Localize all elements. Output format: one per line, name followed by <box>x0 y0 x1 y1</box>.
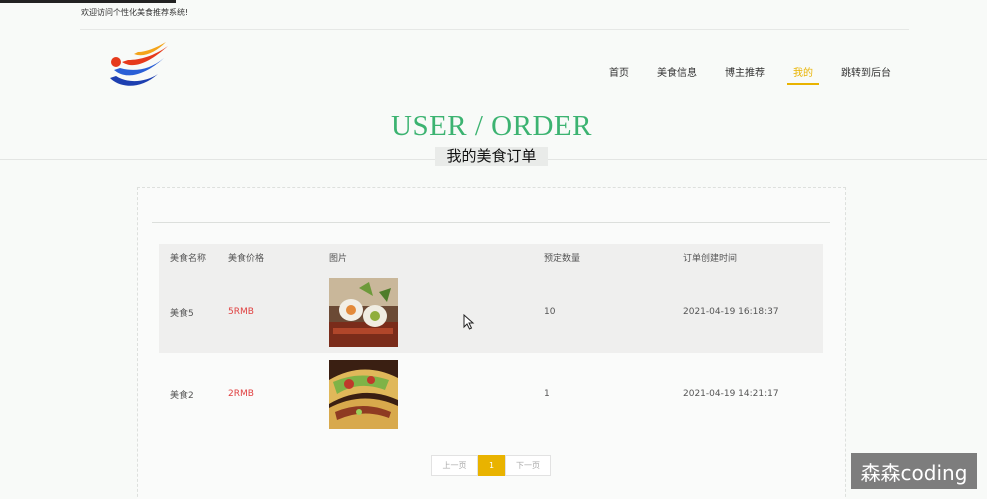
sushi-roll-photo[interactable] <box>329 277 398 347</box>
cell-quantity: 1 <box>544 389 550 399</box>
header-food-name: 美食名称 <box>170 254 207 264</box>
mouse-pointer-icon <box>463 314 475 330</box>
cell-food-name: 美食5 <box>170 308 194 319</box>
nav-mine[interactable]: 我的 <box>787 64 819 85</box>
cell-food-price: 5RMB <box>228 307 254 317</box>
nav-blogger-recommend[interactable]: 博主推荐 <box>725 64 765 85</box>
cell-created-time: 2021-04-19 16:18:37 <box>683 307 779 317</box>
cell-quantity: 10 <box>544 307 556 317</box>
header-created-time: 订单创建时间 <box>683 254 738 264</box>
header-food-price: 美食价格 <box>228 254 265 264</box>
table-row[interactable]: 美食5 5RMB 10 2021-04-19 16:18:37 <box>159 271 823 353</box>
site-logo[interactable] <box>106 40 172 92</box>
current-page-button[interactable]: 1 <box>478 455 505 476</box>
table-row[interactable]: 美食2 2RMB 1 2021-04-19 14:21:17 <box>159 353 823 435</box>
cell-created-time: 2021-04-19 14:21:17 <box>683 389 779 399</box>
cell-food-price: 2RMB <box>228 389 254 399</box>
header-divider <box>80 29 909 30</box>
nav-food-info[interactable]: 美食信息 <box>657 64 697 85</box>
top-edge-bar <box>0 0 176 3</box>
page-subtitle: 我的美食订单 <box>435 147 548 166</box>
cell-food-name: 美食2 <box>170 390 194 401</box>
main-nav: 首页 美食信息 博主推荐 我的 跳转到后台 <box>581 64 891 85</box>
card-divider <box>152 222 830 223</box>
table-header-row: 美食名称 美食价格 图片 预定数量 订单创建时间 <box>159 244 823 271</box>
welcome-text: 欢迎访问个性化美食推荐系统! <box>81 8 189 17</box>
order-table: 美食名称 美食价格 图片 预定数量 订单创建时间 美食5 5RMB 10 202… <box>159 244 823 435</box>
nav-admin-link[interactable]: 跳转到后台 <box>841 64 891 85</box>
header-image: 图片 <box>329 254 348 264</box>
taco-photo[interactable] <box>329 359 398 429</box>
prev-page-button[interactable]: 上一页 <box>431 455 478 476</box>
pagination: 上一页 1 下一页 <box>431 455 551 476</box>
page-title: USER / ORDER <box>391 110 592 142</box>
nav-home[interactable]: 首页 <box>609 64 629 85</box>
video-watermark: 森森coding <box>851 453 977 489</box>
header-quantity: 预定数量 <box>544 254 581 264</box>
next-page-button[interactable]: 下一页 <box>505 455 551 476</box>
